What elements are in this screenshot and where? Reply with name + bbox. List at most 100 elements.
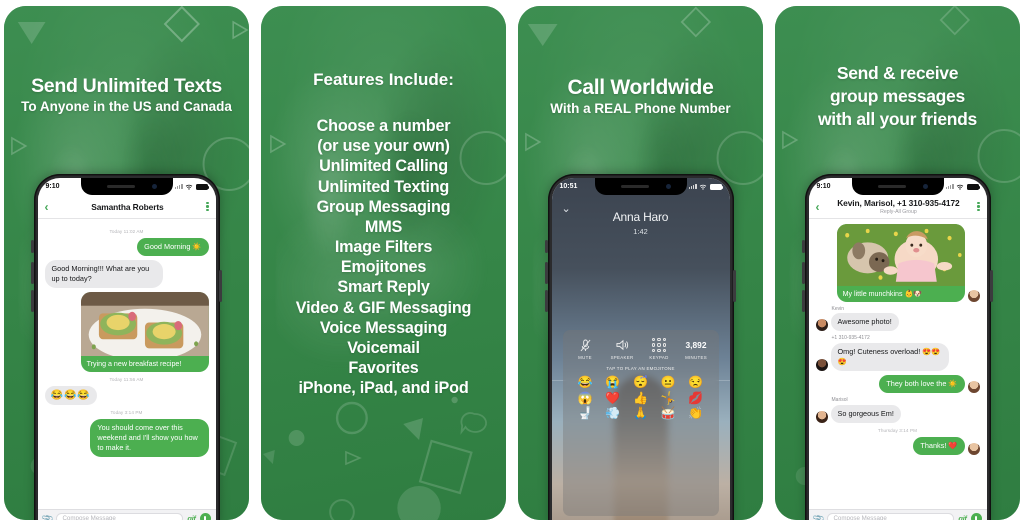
front-camera-icon: [665, 183, 671, 189]
emojitone-item[interactable]: 🥁: [655, 407, 681, 420]
emojitone-item[interactable]: 😱: [573, 391, 599, 405]
voice-message-button[interactable]: [970, 512, 982, 520]
earpiece-speaker-icon: [620, 184, 649, 188]
front-camera-icon: [922, 183, 928, 189]
emojitone-item[interactable]: 👏: [683, 407, 709, 420]
emojitone-item[interactable]: 😒: [683, 376, 709, 389]
iphone-mockup-group: 9:10 ‹ Kevin, Marisol, +1 310-935-4172 R…: [802, 174, 993, 521]
emojitone-item[interactable]: 😂: [573, 376, 599, 389]
message-thread[interactable]: My little munchkins 👶🐶 Kevin Awesome pho…: [808, 219, 987, 520]
panel-group-messages: Send & receive group messages with all y…: [775, 6, 1020, 520]
phone-screen: 9:10 ‹ Kevin, Marisol, +1 310-935-4172 R…: [808, 178, 987, 521]
phone-screen: 9:10 ‹ Samantha Roberts Today 11:02 AM G…: [37, 178, 216, 521]
volume-down-button: [802, 290, 805, 312]
message-sender-name: Marisol: [831, 397, 848, 403]
emojitone-item[interactable]: ❤️: [600, 391, 626, 405]
battery-icon: [195, 183, 209, 190]
conversation-navbar: ‹ Kevin, Marisol, +1 310-935-4172 Reply-…: [808, 195, 987, 219]
message-composer[interactable]: 📎 Compose Message gif: [808, 509, 987, 521]
features-list: Features Include: Choose a number (or us…: [261, 70, 506, 398]
call-controls-row: MUTE SPEAKER KEYPAD 3,892 MINUTES: [567, 337, 715, 360]
panel4-headline: Send & receive group messages with all y…: [775, 48, 1020, 130]
feature-item: Unlimited Calling: [319, 157, 448, 176]
feature-item: (or use your own): [317, 137, 450, 156]
emojitone-item[interactable]: 🙏: [628, 407, 654, 420]
emojitone-item[interactable]: 🤸: [655, 391, 681, 405]
message-bubble: Awesome photo!: [830, 313, 899, 332]
avocado-toast-photo: [80, 292, 209, 357]
attachment-paperclip-icon[interactable]: 📎: [812, 511, 825, 520]
emojitone-item[interactable]: 👍: [628, 391, 654, 405]
notch: [851, 178, 944, 195]
iphone-mockup-messages: 9:10 ‹ Samantha Roberts Today 11:02 AM G…: [31, 174, 222, 521]
message-thread[interactable]: Today 11:02 AM Good Morning ☀️ Good Morn…: [37, 219, 216, 520]
message-bubble: They both love the ☀️: [879, 374, 965, 393]
gif-icon[interactable]: gif: [958, 514, 966, 521]
message-bubble: Good Morning!!! What are you up to today…: [44, 260, 163, 289]
emojitone-item[interactable]: 💨: [600, 407, 626, 420]
message-row-outgoing: They both love the ☀️: [816, 374, 980, 393]
mic-muted-icon: [568, 337, 602, 353]
headline-main: Call Worldwide: [567, 76, 714, 99]
timestamp: Today 11:02 AM: [109, 229, 144, 234]
photo-caption: My little munchkins 👶🐶: [842, 289, 923, 298]
panel-features-include: Features Include: Choose a number (or us…: [261, 6, 506, 520]
feature-item: Favorites: [348, 359, 419, 378]
phone-screen: 10:51 ⌄ Anna Haro 1:42 MUTE SPEAKER KEYP…: [551, 178, 730, 520]
message-row-incoming: So gorgeous Em!: [815, 404, 980, 423]
more-options-icon[interactable]: [977, 201, 980, 212]
feature-item: iPhone, iPad, and iPod: [298, 379, 469, 398]
emojitone-item[interactable]: 😭: [600, 376, 626, 389]
message-sender-name: +1 310-935-4172: [831, 335, 870, 342]
message-row-incoming: 😂😂😂: [44, 385, 209, 406]
emojitone-grid[interactable]: 😂 😭 😴 😐 😒 😱 ❤️ 👍 🤸 💋 🚽 💨 🙏 🥁 👏: [567, 376, 715, 420]
headline-sub: To Anyone in the US and Canada: [21, 98, 232, 114]
wifi-icon: [185, 184, 193, 190]
status-time: 9:10: [45, 183, 60, 190]
emojitone-item[interactable]: 🚽: [573, 407, 599, 420]
keypad-control[interactable]: KEYPAD: [642, 337, 676, 360]
app-store-screenshot-gallery: Send Unlimited Texts To Anyone in the US…: [0, 0, 1024, 526]
message-row-outgoing: You should come over this weekend and I'…: [45, 419, 209, 458]
panel-call-worldwide: Call Worldwide With a REAL Phone Number …: [518, 6, 763, 520]
photo-message[interactable]: Trying a new breakfast recipe!: [80, 292, 209, 372]
photo-message[interactable]: My little munchkins 👶🐶: [836, 224, 965, 302]
speaker-control[interactable]: SPEAKER: [605, 337, 639, 360]
message-row-outgoing: Good Morning ☀️: [45, 238, 209, 257]
attachment-paperclip-icon[interactable]: 📎: [41, 511, 54, 520]
compose-message-input[interactable]: Compose Message: [827, 512, 955, 520]
voice-message-button[interactable]: [199, 512, 211, 520]
more-options-icon[interactable]: [206, 201, 209, 212]
volume-up-button: [545, 262, 548, 284]
panel-send-unlimited-texts: Send Unlimited Texts To Anyone in the US…: [4, 6, 249, 520]
feature-item: Voice Messaging: [319, 318, 448, 337]
emojitone-item[interactable]: 😐: [655, 376, 681, 389]
mute-switch: [545, 240, 548, 253]
power-button: [990, 270, 993, 302]
mute-control[interactable]: MUTE: [568, 337, 602, 360]
wifi-icon: [699, 184, 707, 190]
emojitone-item[interactable]: 😴: [628, 376, 654, 389]
message-bubble: You should come over this weekend and I'…: [90, 419, 209, 458]
earpiece-speaker-icon: [877, 184, 906, 188]
message-bubble: Omg! Cuteness overload! 😍😍😍: [830, 342, 949, 371]
feature-item: Smart Reply: [337, 278, 430, 297]
compose-message-input[interactable]: Compose Message: [56, 512, 184, 520]
call-controls-panel: MUTE SPEAKER KEYPAD 3,892 MINUTES TAP TO…: [562, 330, 719, 516]
signal-icon: [174, 184, 183, 189]
feature-item: Voicemail: [347, 338, 420, 357]
avatar: [815, 410, 828, 423]
features-title: Features Include:: [313, 70, 454, 89]
avatar: [815, 319, 828, 332]
active-call-screen: 10:51 ⌄ Anna Haro 1:42 MUTE SPEAKER KEYP…: [551, 178, 730, 520]
gif-icon[interactable]: gif: [187, 514, 195, 521]
conversation-subtitle: Reply-All Group: [880, 208, 917, 215]
avatar: [967, 381, 980, 393]
message-row-incoming: Good Morning!!! What are you up to today…: [44, 260, 209, 289]
message-row-photo: Trying a new breakfast recipe!: [45, 292, 209, 372]
emojitone-item[interactable]: 💋: [683, 391, 709, 405]
avatar: [815, 358, 828, 371]
headline-sub: With a REAL Phone Number: [550, 100, 731, 116]
message-composer[interactable]: 📎 Compose Message gif: [37, 509, 216, 521]
message-bubble: So gorgeous Em!: [830, 404, 901, 423]
